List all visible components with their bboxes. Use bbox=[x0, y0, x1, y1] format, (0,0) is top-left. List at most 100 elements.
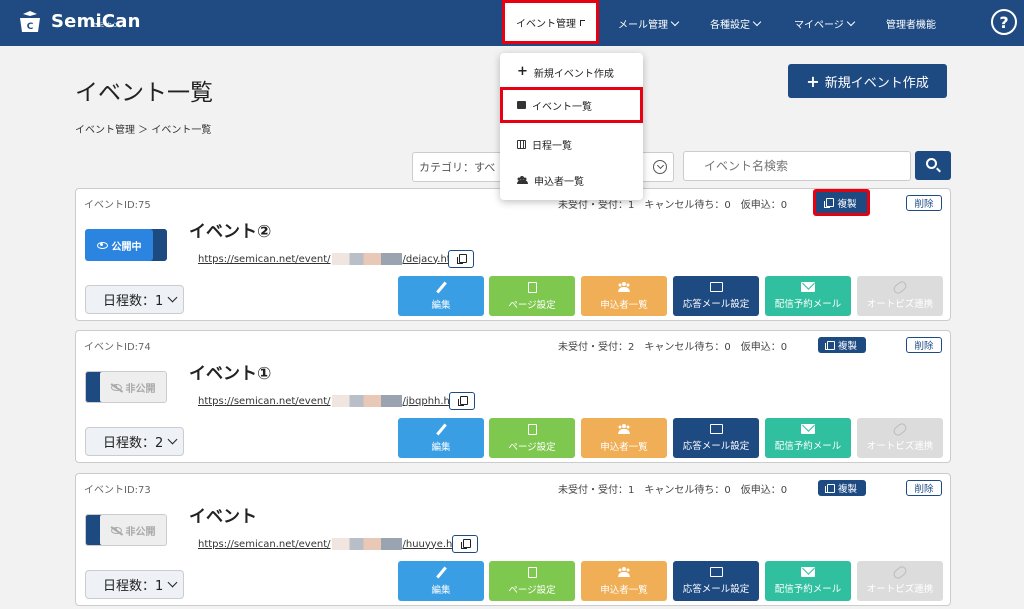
calendar-grid-icon bbox=[517, 139, 526, 149]
page-settings-button[interactable]: ページ設定 bbox=[489, 561, 575, 601]
copy-icon bbox=[458, 396, 468, 406]
copy-button[interactable]: 複製 bbox=[813, 189, 870, 216]
reply-mail-icon bbox=[709, 567, 723, 577]
visibility-toggle[interactable]: 非公開 bbox=[85, 514, 167, 546]
chevron-down-icon bbox=[670, 17, 680, 26]
button-label: ページ設定 bbox=[508, 299, 556, 311]
button-label: ページ設定 bbox=[508, 441, 556, 453]
button-label: 応答メール設定 bbox=[682, 441, 750, 452]
menu-item-schedule-list[interactable]: 日程一覧 bbox=[500, 126, 643, 162]
url-prefix: https://semican.net/event/ bbox=[198, 538, 331, 550]
logo-icon: C bbox=[20, 11, 40, 32]
unlink-icon bbox=[891, 421, 909, 437]
event-url-link[interactable]: https://semican.net/event/ /huuyye.html bbox=[198, 538, 469, 550]
help-icon[interactable]: ? bbox=[991, 9, 1017, 35]
event-management-dropdown: + 新規イベント作成 イベント一覧 日程一覧 申込者一覧 bbox=[500, 53, 643, 200]
delete-button[interactable]: 削除 bbox=[906, 480, 942, 496]
reply-mail-icon bbox=[709, 424, 723, 434]
copy-url-button[interactable] bbox=[452, 535, 478, 553]
page-title: イベント一覧 bbox=[75, 80, 213, 106]
new-event-button[interactable]: + 新規イベント作成 bbox=[788, 64, 947, 98]
button-label: 編集 bbox=[431, 441, 451, 453]
button-label: 申込者一覧 bbox=[600, 441, 648, 453]
copy-button[interactable]: 複製 bbox=[818, 480, 866, 496]
event-search-input[interactable] bbox=[683, 151, 911, 181]
button-label: オートビズ連携 bbox=[866, 298, 934, 310]
eye-slash-icon bbox=[110, 383, 122, 391]
event-id: イベントID:75 bbox=[84, 200, 151, 211]
nav-label: マイページ bbox=[794, 19, 844, 31]
copy-url-button[interactable] bbox=[448, 250, 474, 268]
edit-button[interactable]: 編集 bbox=[398, 276, 484, 316]
event-title: イベント② bbox=[189, 222, 272, 242]
page-settings-button[interactable]: ページ設定 bbox=[489, 276, 575, 316]
nav-label: 管理者機能 bbox=[886, 19, 936, 31]
top-nav: C SemiCan セミカン イベント管理 メール管理 各種設定 マイページ 管… bbox=[0, 0, 1024, 46]
envelope-icon bbox=[801, 424, 815, 434]
delete-button[interactable]: 削除 bbox=[906, 337, 942, 353]
chevron-down-icon bbox=[752, 17, 762, 26]
search-icon bbox=[926, 158, 937, 169]
menu-item-label: 日程一覧 bbox=[532, 140, 572, 152]
copy-url-button[interactable] bbox=[449, 392, 475, 410]
event-card: イベントID:73 未受付・受付：1 キャンセル待ち：0 仮申込：0 複製 削除… bbox=[75, 473, 951, 606]
edit-button[interactable]: 編集 bbox=[398, 418, 484, 458]
reply-mail-settings-button[interactable]: 応答メール設定 bbox=[673, 276, 759, 316]
nav-label: メール管理 bbox=[618, 19, 668, 31]
nav-settings[interactable]: 各種設定 bbox=[710, 0, 762, 46]
applicants-button[interactable]: 申込者一覧 bbox=[581, 561, 667, 601]
delete-button[interactable]: 削除 bbox=[906, 195, 942, 211]
button-label: オートビズ連携 bbox=[866, 583, 934, 595]
button-label: オートビズ連携 bbox=[866, 440, 934, 452]
menu-item-label: 申込者一覧 bbox=[534, 176, 584, 188]
new-event-label: 新規イベント作成 bbox=[824, 75, 929, 91]
visibility-toggle[interactable]: 公開中 bbox=[85, 229, 167, 261]
search-button[interactable] bbox=[915, 151, 951, 180]
brand-logo[interactable]: C SemiCan bbox=[17, 10, 141, 34]
autobiz-link-button[interactable]: オートビズ連携 bbox=[857, 276, 943, 316]
event-url-link[interactable]: https://semican.net/event/ /jbqphh.html bbox=[198, 395, 466, 407]
scheduled-mail-button[interactable]: 配信予約メール bbox=[765, 276, 851, 316]
nav-event-management[interactable]: イベント管理 bbox=[502, 0, 599, 44]
breadcrumb[interactable]: イベント管理 ＞ イベント一覧 bbox=[75, 121, 211, 136]
redacted-segment bbox=[331, 253, 402, 265]
scheduled-mail-button[interactable]: 配信予約メール bbox=[765, 418, 851, 458]
redacted-segment bbox=[331, 395, 402, 407]
schedule-count: 日程数：2 bbox=[103, 436, 164, 451]
copy-icon bbox=[824, 198, 835, 208]
reply-mail-settings-button[interactable]: 応答メール設定 bbox=[673, 561, 759, 601]
schedule-count-dropdown[interactable]: 日程数：2 bbox=[85, 427, 184, 456]
copy-button[interactable]: 複製 bbox=[818, 337, 866, 353]
copy-icon bbox=[824, 483, 835, 493]
autobiz-link-button[interactable]: オートビズ連携 bbox=[857, 418, 943, 458]
edit-button[interactable]: 編集 bbox=[398, 561, 484, 601]
button-label: 申込者一覧 bbox=[600, 299, 648, 311]
schedule-count-dropdown[interactable]: 日程数：1 bbox=[85, 285, 184, 314]
url-prefix: https://semican.net/event/ bbox=[198, 253, 331, 265]
event-card: イベントID:74 未受付・受付：2 キャンセル待ち：0 仮申込：0 複製 削除… bbox=[75, 330, 951, 463]
nav-label: イベント管理 bbox=[516, 18, 576, 30]
page-settings-button[interactable]: ページ設定 bbox=[489, 418, 575, 458]
autobiz-link-button[interactable]: オートビズ連携 bbox=[857, 561, 943, 601]
eye-slash-icon bbox=[110, 526, 122, 534]
reply-mail-settings-button[interactable]: 応答メール設定 bbox=[673, 418, 759, 458]
visibility-toggle[interactable]: 非公開 bbox=[85, 371, 167, 403]
menu-item-applicant-list[interactable]: 申込者一覧 bbox=[500, 162, 643, 198]
menu-item-new-event[interactable]: + 新規イベント作成 bbox=[500, 54, 643, 90]
nav-mail-management[interactable]: メール管理 bbox=[618, 0, 680, 46]
scheduled-mail-button[interactable]: 配信予約メール bbox=[765, 561, 851, 601]
plus-icon: + bbox=[806, 71, 820, 91]
cursor-icon bbox=[580, 20, 585, 26]
applicants-button[interactable]: 申込者一覧 bbox=[581, 418, 667, 458]
nav-mypage[interactable]: マイページ bbox=[794, 0, 856, 46]
nav-admin[interactable]: 管理者機能 bbox=[886, 0, 936, 46]
schedule-count-dropdown[interactable]: 日程数：1 bbox=[85, 570, 184, 599]
button-label: 配信予約メール bbox=[774, 299, 842, 310]
pencil-icon bbox=[435, 424, 447, 435]
redacted-segment bbox=[331, 538, 402, 550]
event-url-link[interactable]: https://semican.net/event/ /dejacy.html bbox=[198, 253, 463, 265]
chevron-down-icon bbox=[167, 292, 178, 303]
menu-item-event-list[interactable]: イベント一覧 bbox=[500, 87, 643, 123]
button-label: 応答メール設定 bbox=[682, 584, 750, 595]
applicants-button[interactable]: 申込者一覧 bbox=[581, 276, 667, 316]
